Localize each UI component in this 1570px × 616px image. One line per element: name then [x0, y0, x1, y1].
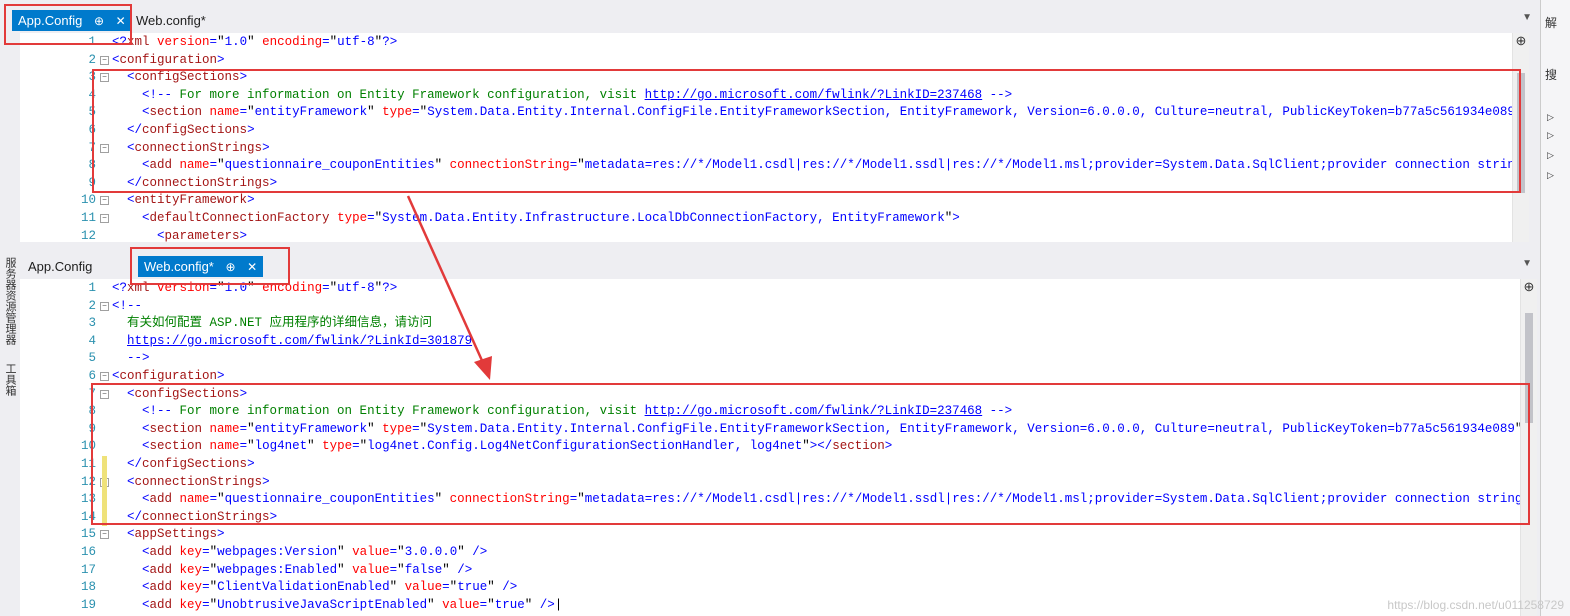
arrow-head — [474, 356, 492, 380]
expand-arrow-icon[interactable]: ▷ — [1547, 112, 1554, 123]
solution-explorer-panel: 解 搜 ▷ ▷ ▷ ▷ — [1540, 0, 1570, 616]
expand-arrow-icon[interactable]: ▷ — [1547, 150, 1554, 161]
solution-explorer-title: 解 — [1545, 16, 1558, 30]
expand-arrow-icon[interactable]: ▷ — [1547, 170, 1554, 181]
watermark-url: https://blog.csdn.net/u011258729 — [1387, 598, 1564, 612]
search-label[interactable]: 搜 — [1545, 66, 1557, 83]
annotation-arrow — [406, 195, 492, 380]
expand-arrow-icon[interactable]: ▷ — [1547, 130, 1554, 141]
arrow-line — [406, 195, 486, 366]
